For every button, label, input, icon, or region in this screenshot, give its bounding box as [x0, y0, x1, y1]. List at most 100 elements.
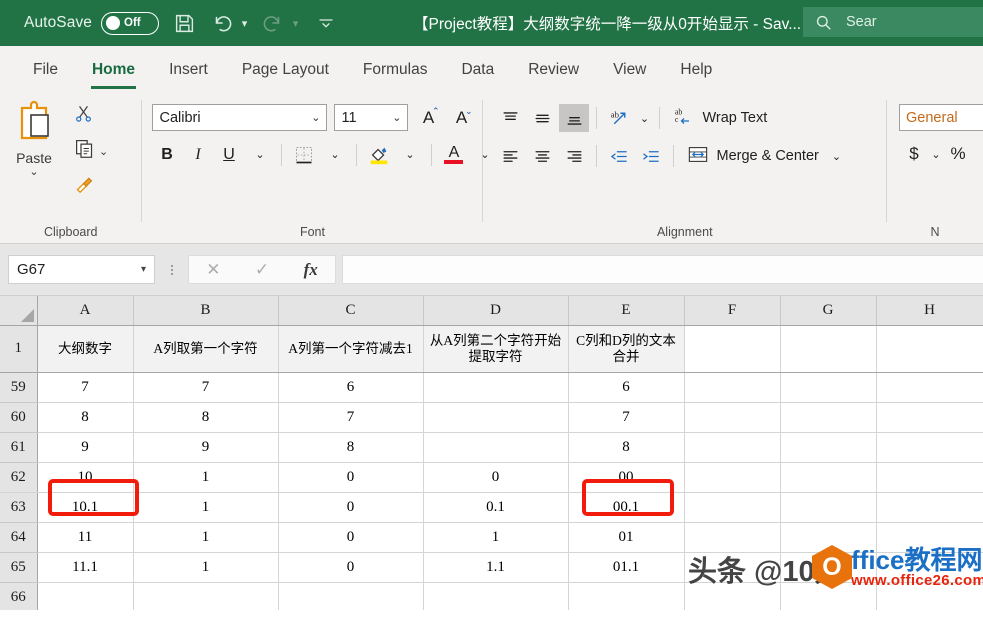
cell-c66[interactable]	[278, 582, 423, 610]
autosave-toggle[interactable]: Off	[101, 12, 159, 35]
cell-b61[interactable]: 9	[133, 432, 278, 462]
search-box[interactable]: Sear	[803, 7, 983, 37]
cell-a60[interactable]: 8	[37, 402, 133, 432]
cell-h66[interactable]	[876, 582, 983, 610]
undo-icon[interactable]	[207, 7, 237, 39]
copy-dropdown-icon[interactable]: ⌄	[99, 145, 108, 158]
tab-page-layout[interactable]: Page Layout	[225, 48, 346, 92]
merge-center-dropdown-icon[interactable]: ⌄	[832, 150, 841, 163]
cell-f63[interactable]	[684, 492, 780, 522]
cell-d1[interactable]: 从A列第二个字符开始提取字符	[423, 325, 568, 372]
cell-d66[interactable]	[423, 582, 568, 610]
cell-g63[interactable]	[780, 492, 876, 522]
column-header-a[interactable]: A	[37, 296, 133, 325]
cell-e62[interactable]: 00	[568, 462, 684, 492]
tab-data[interactable]: Data	[444, 48, 511, 92]
row-header-59[interactable]: 59	[0, 372, 37, 402]
cell-c1[interactable]: A列第一个字符减去1	[278, 325, 423, 372]
font-name-input[interactable]: Calibri ⌄	[152, 104, 327, 131]
tab-help[interactable]: Help	[663, 48, 729, 92]
format-painter-button[interactable]	[68, 170, 138, 202]
cell-b60[interactable]: 8	[133, 402, 278, 432]
cell-e65[interactable]: 01.1	[568, 552, 684, 582]
cell-b64[interactable]: 1	[133, 522, 278, 552]
cell-h65[interactable]	[876, 552, 983, 582]
increase-font-size-button[interactable]: A⌃	[415, 104, 441, 131]
row-header-60[interactable]: 60	[0, 402, 37, 432]
cell-d64[interactable]: 1	[423, 522, 568, 552]
cell-g1[interactable]	[780, 325, 876, 372]
cell-h62[interactable]	[876, 462, 983, 492]
cell-f59[interactable]	[684, 372, 780, 402]
column-header-f[interactable]: F	[684, 296, 780, 325]
select-all-button[interactable]	[0, 296, 37, 325]
cell-a65[interactable]: 11.1	[37, 552, 133, 582]
cell-d62[interactable]: 0	[423, 462, 568, 492]
column-header-h[interactable]: H	[876, 296, 983, 325]
cell-g65[interactable]	[780, 552, 876, 582]
tab-file[interactable]: File	[16, 48, 75, 92]
formula-input[interactable]	[342, 255, 983, 284]
italic-button[interactable]: I	[183, 140, 212, 169]
font-name-dropdown-icon[interactable]: ⌄	[311, 111, 320, 124]
cell-f64[interactable]	[684, 522, 780, 552]
row-header-62[interactable]: 62	[0, 462, 37, 492]
cell-c62[interactable]: 0	[278, 462, 423, 492]
cell-a62[interactable]: 10	[37, 462, 133, 492]
percent-style-button[interactable]: %	[947, 140, 969, 168]
redo-icon[interactable]	[258, 7, 288, 39]
row-header-64[interactable]: 64	[0, 522, 37, 552]
align-top-button[interactable]	[495, 104, 525, 132]
tab-home[interactable]: Home	[75, 48, 152, 92]
cell-h1[interactable]	[876, 325, 983, 372]
cell-a59[interactable]: 7	[37, 372, 133, 402]
tab-review[interactable]: Review	[511, 48, 596, 92]
merge-center-button[interactable]: Merge & Center ⌄	[681, 142, 847, 170]
redo-dropdown-icon[interactable]: ▾	[288, 17, 303, 30]
cell-b1[interactable]: A列取第一个字符	[133, 325, 278, 372]
borders-dropdown-icon[interactable]: ⌄	[320, 140, 349, 169]
cell-b66[interactable]	[133, 582, 278, 610]
cell-g60[interactable]	[780, 402, 876, 432]
font-color-button[interactable]: A	[439, 140, 468, 169]
insert-function-icon[interactable]: fx	[304, 260, 318, 280]
cell-c61[interactable]: 8	[278, 432, 423, 462]
cell-e61[interactable]: 8	[568, 432, 684, 462]
tab-formulas[interactable]: Formulas	[346, 48, 445, 92]
cell-a64[interactable]: 11	[37, 522, 133, 552]
cell-b62[interactable]: 1	[133, 462, 278, 492]
tab-view[interactable]: View	[596, 48, 663, 92]
number-format-input[interactable]: General	[899, 104, 983, 131]
fill-color-dropdown-icon[interactable]: ⌄	[395, 140, 424, 169]
cell-b63[interactable]: 1	[133, 492, 278, 522]
cancel-formula-icon[interactable]: ✕	[206, 260, 220, 280]
cell-b59[interactable]: 7	[133, 372, 278, 402]
paste-button[interactable]: Paste ⌄	[0, 92, 68, 177]
cell-d65[interactable]: 1.1	[423, 552, 568, 582]
align-left-button[interactable]	[495, 142, 525, 170]
borders-button[interactable]	[289, 140, 318, 169]
cell-g62[interactable]	[780, 462, 876, 492]
cell-e64[interactable]: 01	[568, 522, 684, 552]
underline-dropdown-icon[interactable]: ⌄	[245, 140, 274, 169]
decrease-indent-button[interactable]	[604, 142, 634, 170]
increase-indent-button[interactable]	[636, 142, 666, 170]
cell-b65[interactable]: 1	[133, 552, 278, 582]
row-header-1[interactable]: 1	[0, 325, 37, 372]
customize-quick-access-icon[interactable]	[311, 7, 341, 39]
cell-g64[interactable]	[780, 522, 876, 552]
fill-color-button[interactable]	[364, 140, 393, 169]
cut-button[interactable]	[68, 100, 138, 132]
accounting-format-button[interactable]: $	[903, 140, 925, 168]
cell-d59[interactable]	[423, 372, 568, 402]
cell-c64[interactable]: 0	[278, 522, 423, 552]
cell-g59[interactable]	[780, 372, 876, 402]
column-header-g[interactable]: G	[780, 296, 876, 325]
align-middle-button[interactable]	[527, 104, 557, 132]
copy-button[interactable]: ⌄	[68, 135, 138, 167]
wrap-text-button[interactable]: ab c Wrap Text	[667, 104, 773, 132]
orientation-dropdown-icon[interactable]: ⌄	[636, 104, 652, 132]
column-header-e[interactable]: E	[568, 296, 684, 325]
paste-dropdown-icon[interactable]: ⌄	[29, 167, 38, 177]
cell-f66[interactable]	[684, 582, 780, 610]
